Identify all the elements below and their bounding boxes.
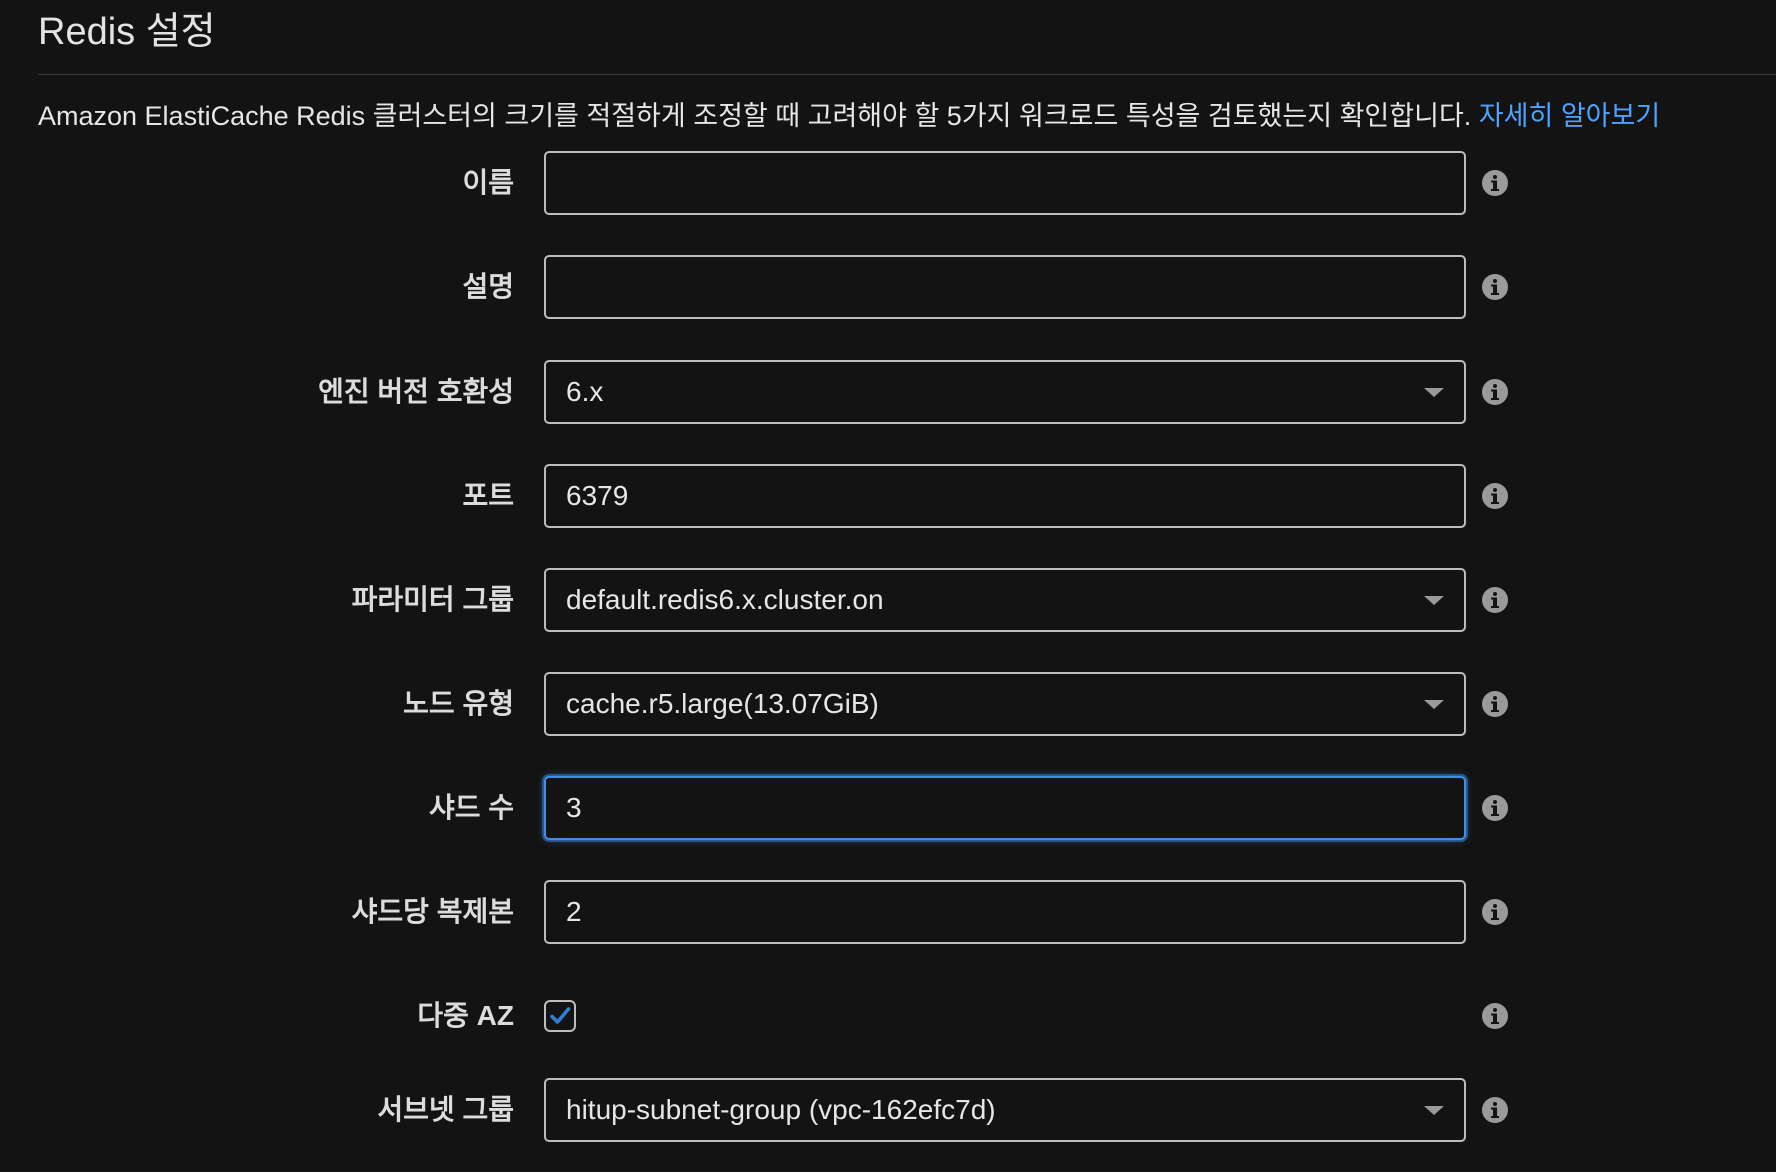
replicas-row: 샤드당 복제본 2 <box>0 880 1776 944</box>
replicas-input[interactable]: 2 <box>544 880 1466 944</box>
shards-label: 샤드 수 <box>428 792 514 823</box>
intro-paragraph: Amazon ElastiCache Redis 클러스터의 크기를 적절하게 … <box>38 98 1660 134</box>
port-row: 포트 6379 <box>0 464 1776 528</box>
learn-more-link[interactable]: 자세히 알아보기 <box>1479 101 1660 131</box>
subnet-group-value: hitup-subnet-group (vpc-162efc7d) <box>566 1094 996 1125</box>
multi-az-row: 다중 AZ <box>0 984 1776 1048</box>
shards-input[interactable]: 3 <box>544 776 1466 840</box>
description-label: 설명 <box>462 271 514 302</box>
info-icon[interactable] <box>1481 482 1509 510</box>
node-type-value: cache.r5.large(13.07GiB) <box>566 688 879 719</box>
multi-az-checkbox[interactable] <box>544 1000 576 1032</box>
section-title: Redis 설정 <box>38 11 216 53</box>
info-icon[interactable] <box>1481 169 1509 197</box>
parameter-group-label: 파라미터 그룹 <box>351 584 514 615</box>
port-input[interactable]: 6379 <box>544 464 1466 528</box>
parameter-group-row: 파라미터 그룹 default.redis6.x.cluster.on <box>0 568 1776 632</box>
chevron-down-icon <box>1424 388 1444 397</box>
info-icon[interactable] <box>1481 586 1509 614</box>
shards-input-value: 3 <box>566 792 582 823</box>
parameter-group-value: default.redis6.x.cluster.on <box>566 584 884 615</box>
info-icon[interactable] <box>1481 794 1509 822</box>
info-icon[interactable] <box>1481 690 1509 718</box>
description-input[interactable] <box>544 255 1466 319</box>
intro-text: Amazon ElastiCache Redis 클러스터의 크기를 적절하게 … <box>38 101 1472 131</box>
engine-version-row: 엔진 버전 호환성 6.x <box>0 360 1776 424</box>
node-type-label: 노드 유형 <box>403 688 514 719</box>
subnet-group-select[interactable]: hitup-subnet-group (vpc-162efc7d) <box>544 1078 1466 1142</box>
engine-version-select[interactable]: 6.x <box>544 360 1466 424</box>
port-input-value: 6379 <box>566 480 629 511</box>
node-type-row: 노드 유형 cache.r5.large(13.07GiB) <box>0 672 1776 736</box>
node-type-select[interactable]: cache.r5.large(13.07GiB) <box>544 672 1466 736</box>
info-icon[interactable] <box>1481 273 1509 301</box>
replicas-label: 샤드당 복제본 <box>351 896 514 927</box>
info-icon[interactable] <box>1481 898 1509 926</box>
chevron-down-icon <box>1424 596 1444 605</box>
info-icon[interactable] <box>1481 1096 1509 1124</box>
redis-settings-page: Redis 설정 Amazon ElastiCache Redis 클러스터의 … <box>0 0 1776 1172</box>
info-icon[interactable] <box>1481 1002 1509 1030</box>
name-row: 이름 <box>0 151 1776 215</box>
multi-az-label: 다중 AZ <box>417 1000 514 1031</box>
name-label: 이름 <box>462 167 514 198</box>
description-row: 설명 <box>0 255 1776 319</box>
chevron-down-icon <box>1424 700 1444 709</box>
shards-row: 샤드 수 3 <box>0 776 1776 840</box>
name-input[interactable] <box>544 151 1466 215</box>
engine-version-value: 6.x <box>566 376 604 407</box>
section-divider <box>38 74 1776 75</box>
subnet-group-row: 서브넷 그룹 hitup-subnet-group (vpc-162efc7d) <box>0 1078 1776 1142</box>
checkmark-icon <box>550 1007 571 1024</box>
info-icon[interactable] <box>1481 378 1509 406</box>
parameter-group-select[interactable]: default.redis6.x.cluster.on <box>544 568 1466 632</box>
replicas-input-value: 2 <box>566 896 582 927</box>
engine-version-label: 엔진 버전 호환성 <box>318 376 514 407</box>
chevron-down-icon <box>1424 1106 1444 1115</box>
port-label: 포트 <box>462 480 514 511</box>
subnet-group-label: 서브넷 그룹 <box>377 1094 514 1125</box>
